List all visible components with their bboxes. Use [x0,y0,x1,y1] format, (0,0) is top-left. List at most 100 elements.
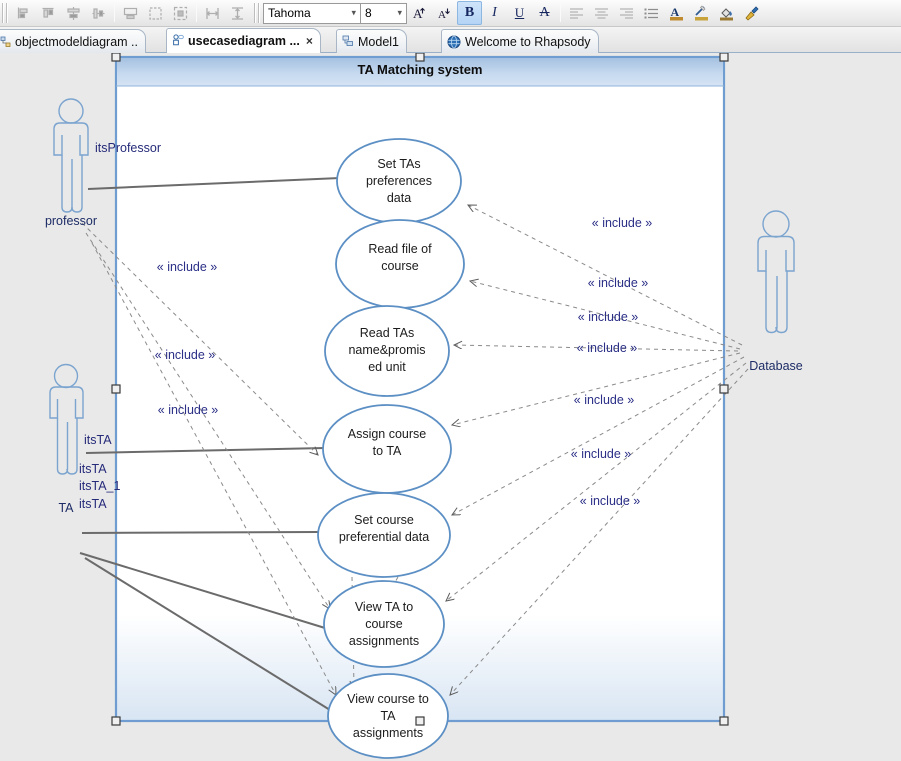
diagram-icon [0,36,11,48]
tab-objectmodeldiagram[interactable]: objectmodeldiagram .. [0,29,146,53]
use-case-label: Assign course [348,427,427,441]
actor-label: TA [58,501,74,515]
handle-bottom-right[interactable] [720,717,728,725]
tab-label: objectmodeldiagram .. [15,35,138,49]
same-size-icon[interactable] [118,1,143,25]
include-label: « include » [157,260,218,274]
align-text-left-button[interactable] [564,1,589,25]
globe-icon [447,35,461,49]
use-case-view-course-to-ta-assignments[interactable]: View course to TA assignments [328,674,448,758]
assoc-ta-set-course-pref [82,532,318,533]
tab-label: Welcome to Rhapsody [465,35,591,49]
toolbar-grip-1[interactable] [2,3,9,23]
format-painter-button[interactable] [739,1,764,25]
tab-close-icon[interactable]: × [306,34,313,48]
underline-button[interactable]: U [507,1,532,25]
bullet-list-button[interactable] [639,1,664,25]
association-label: itsProfessor [95,141,161,155]
tab-usecasediagram[interactable]: usecasediagram ... × [166,28,321,53]
grow-font-button[interactable]: A [407,1,432,25]
association-label: itsTA [84,433,112,447]
tab-welcome[interactable]: Welcome to Rhapsody [441,29,599,53]
use-case-label: assignments [353,726,423,740]
use-case-label: name&promis [348,343,425,357]
same-width-icon[interactable] [143,1,168,25]
include-label: « include » [580,494,641,508]
bold-label: B [465,5,474,21]
use-case-read-file-of-course[interactable]: Read file of course [336,220,464,308]
handle-top-right[interactable] [720,53,728,61]
strikethrough-button[interactable]: A [532,1,557,25]
handle-middle-right[interactable] [720,385,728,393]
font-family-select[interactable]: Tahoma ▾ [263,3,361,24]
include-label: « include » [592,216,653,230]
use-case-label: to TA [373,444,402,458]
use-case-label: preferential data [339,530,429,544]
use-case-assign-course-to-ta[interactable]: Assign course to TA [323,405,451,493]
svg-text:A: A [438,9,446,21]
handle-middle-left[interactable] [112,385,120,393]
handle-bottom-center[interactable] [416,717,424,725]
tab-label: Model1 [358,35,399,49]
use-case-label: View TA to [355,600,413,614]
actor-label: Database [749,359,803,373]
use-case-label: Set course [354,513,414,527]
svg-text:A: A [413,6,423,21]
use-case-label: ed unit [368,360,406,374]
use-case-label: TA [380,709,396,723]
line-color-button[interactable] [689,1,714,25]
same-height-icon[interactable] [168,1,193,25]
use-case-set-tas-preferences-data[interactable]: Set TAs preferences data [337,139,461,223]
include-label: « include » [571,447,632,461]
align-left-icon[interactable] [11,1,36,25]
use-case-label: preferences [366,174,432,188]
use-case-label: Read file of [368,242,432,256]
use-case-label: assignments [349,634,419,648]
association-label: itsTA [79,497,107,511]
association-label: itsTA [79,462,107,476]
shrink-font-button[interactable]: A [432,1,457,25]
handle-bottom-left[interactable] [112,717,120,725]
use-case-label: Read TAs [360,326,414,340]
handle-top-center[interactable] [416,53,424,61]
space-horizontal-icon[interactable] [200,1,225,25]
underline-label: U [515,5,524,21]
font-size-value: 8 [365,6,372,20]
include-label: « include » [578,310,639,324]
font-color-button[interactable]: A [664,1,689,25]
align-right-icon[interactable] [36,1,61,25]
editor-tab-bar: objectmodeldiagram .. usecasediagram ...… [0,27,901,53]
align-text-right-button[interactable] [614,1,639,25]
use-case-label: Set TAs [377,157,420,171]
font-family-value: Tahoma [268,6,311,20]
italic-button[interactable]: I [482,1,507,25]
fill-color-button[interactable] [714,1,739,25]
include-label: « include » [155,348,216,362]
align-center-icon[interactable] [61,1,86,25]
space-vertical-icon[interactable] [225,1,250,25]
model-icon [342,35,354,48]
tab-model1[interactable]: Model1 [336,29,407,53]
use-case-view-ta-to-course-assignments[interactable]: View TA to course assignments [324,581,444,667]
svg-text:A: A [671,5,680,19]
formatting-toolbar: Tahoma ▾ 8 ▾ A A B I U A A [0,0,901,27]
use-case-label: data [387,191,411,205]
bold-button[interactable]: B [457,1,482,25]
include-label: « include » [577,341,638,355]
toolbar-separator-2 [196,4,197,22]
align-middle-icon[interactable] [86,1,111,25]
include-label: « include » [588,276,649,290]
italic-label: I [492,5,497,21]
actor-label: professor [45,214,97,228]
toolbar-separator-3 [560,4,561,22]
include-label: « include » [158,403,219,417]
tab-label: usecasediagram ... [188,34,300,48]
use-case-set-course-preferential-data[interactable]: Set course preferential data [318,493,450,577]
align-text-center-button[interactable] [589,1,614,25]
toolbar-separator-1 [114,4,115,22]
diagram-canvas[interactable]: TA Matching system Set TAs preferences d [0,53,901,761]
toolbar-grip-2[interactable] [254,3,261,23]
use-case-read-tas-name-promised-unit[interactable]: Read TAs name&promis ed unit [325,306,449,396]
font-size-select[interactable]: 8 ▾ [361,3,407,24]
handle-top-left[interactable] [112,53,120,61]
